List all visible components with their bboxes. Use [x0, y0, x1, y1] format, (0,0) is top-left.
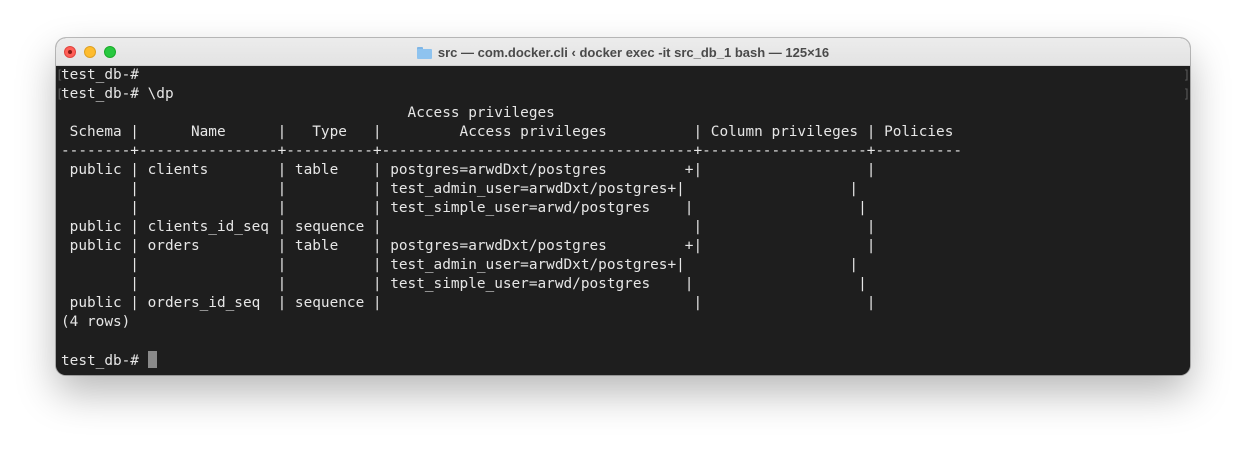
- terminal-line: test_db-# \dp: [61, 86, 174, 102]
- terminal-window: src — com.docker.cli ‹ docker exec -it s…: [56, 38, 1190, 375]
- terminal-line: (4 rows): [61, 314, 131, 330]
- window-title: src — com.docker.cli ‹ docker exec -it s…: [437, 44, 830, 60]
- line-mark-left-icon: [: [56, 87, 64, 101]
- terminal-line: public | clients | table | postgres=arwd…: [61, 162, 876, 178]
- terminal-line: | | | test_admin_user=arwdDxt/postgres+|…: [61, 257, 859, 273]
- line-mark-left-icon: [: [56, 68, 64, 82]
- terminal-line: | | | test_admin_user=arwdDxt/postgres+|…: [61, 181, 859, 197]
- folder-icon: [416, 46, 432, 59]
- terminal-line: Access privileges: [61, 105, 555, 121]
- line-mark-right-icon: ]: [1183, 87, 1190, 101]
- terminal-output[interactable]: test_db-# test_db-# \dp Access privilege…: [56, 66, 1190, 375]
- terminal-line: --------+----------------+----------+---…: [61, 143, 963, 159]
- terminal-line: public | orders | table | postgres=arwdD…: [61, 238, 876, 254]
- text-cursor: [147, 351, 157, 368]
- terminal-line: | | | test_simple_user=arwd/postgres | |: [61, 200, 867, 216]
- prompt-text: test_db-#: [61, 353, 148, 369]
- terminal-line: test_db-#: [61, 67, 139, 83]
- terminal-line: public | clients_id_seq | sequence | | |: [61, 219, 876, 235]
- title-bar[interactable]: src — com.docker.cli ‹ docker exec -it s…: [56, 38, 1190, 66]
- line-mark-right-icon: ]: [1183, 68, 1190, 82]
- terminal-line: Schema | Name | Type | Access privileges…: [61, 124, 954, 140]
- terminal-line: public | orders_id_seq | sequence | | |: [61, 295, 876, 311]
- terminal-line: | | | test_simple_user=arwd/postgres | |: [61, 276, 867, 292]
- prompt-line[interactable]: test_db-#: [61, 351, 157, 370]
- window-title-group: src — com.docker.cli ‹ docker exec -it s…: [56, 38, 1190, 66]
